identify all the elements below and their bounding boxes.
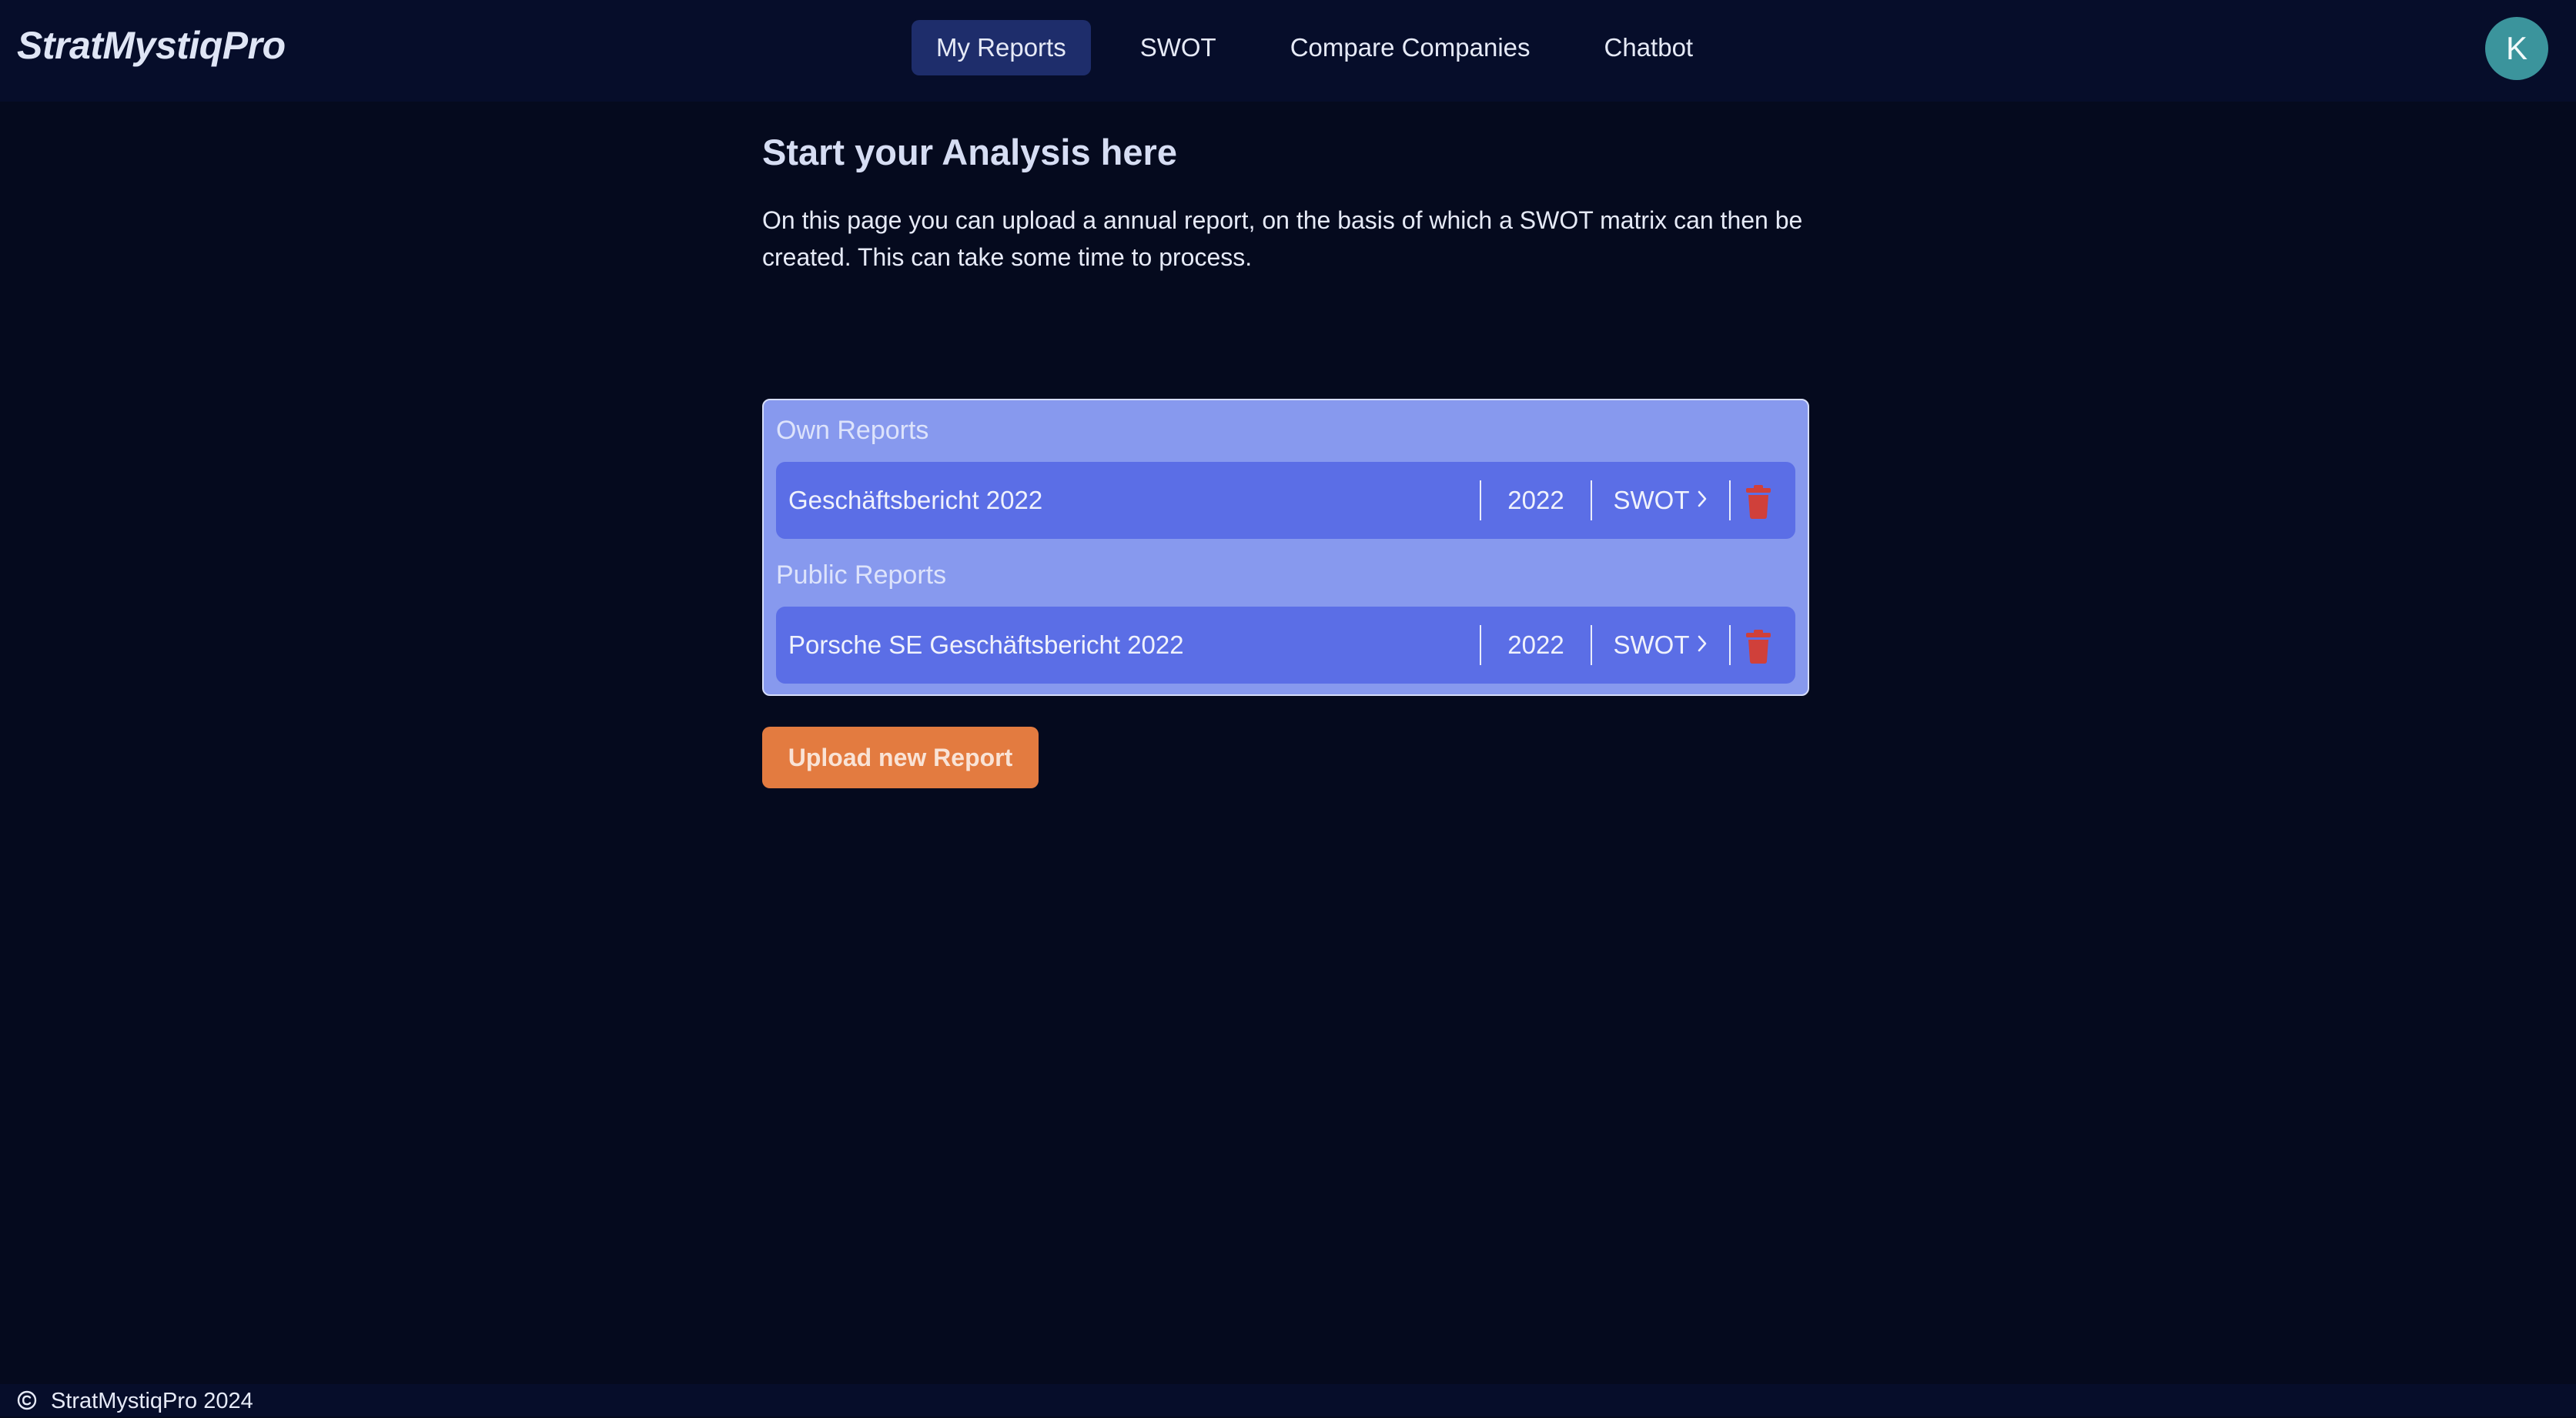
copyright-icon bbox=[17, 1390, 37, 1410]
reports-panel: Own Reports Geschäftsbericht 2022 2022 S… bbox=[762, 399, 1809, 696]
nav-my-reports[interactable]: My Reports bbox=[912, 20, 1091, 75]
page-intro-text: On this page you can upload a annual rep… bbox=[762, 206, 1803, 271]
nav-chatbot[interactable]: Chatbot bbox=[1580, 20, 1718, 75]
top-navbar: StratMystiqPro My Reports SWOT Compare C… bbox=[0, 0, 2576, 102]
report-name: Geschäftsbericht 2022 bbox=[788, 486, 1043, 514]
report-name: Porsche SE Geschäftsbericht 2022 bbox=[788, 630, 1184, 659]
footer-copyright-text: StratMystiqPro 2024 bbox=[51, 1389, 253, 1413]
open-swot-link[interactable]: SWOT bbox=[1592, 462, 1729, 540]
own-report-row[interactable]: Geschäftsbericht 2022 2022 SWOT bbox=[776, 462, 1795, 539]
footer: StratMystiqPro 2024 bbox=[0, 1384, 2576, 1416]
row-divider bbox=[1729, 625, 1731, 665]
public-reports-heading: Public Reports bbox=[776, 560, 947, 590]
public-report-row[interactable]: Porsche SE Geschäftsbericht 2022 2022 SW… bbox=[776, 607, 1795, 684]
report-year: 2022 bbox=[1507, 486, 1564, 514]
chevron-right-icon bbox=[1697, 461, 1708, 538]
chevron-right-icon bbox=[1697, 606, 1708, 683]
trash-icon[interactable] bbox=[1743, 630, 1774, 664]
own-reports-heading: Own Reports bbox=[776, 416, 929, 445]
main-nav: My Reports SWOT Compare Companies Chatbo… bbox=[912, 20, 1742, 75]
nav-swot[interactable]: SWOT bbox=[1116, 20, 1241, 75]
user-avatar[interactable]: K bbox=[2485, 17, 2548, 80]
app-logo[interactable]: StratMystiqPro bbox=[17, 23, 286, 68]
open-swot-link[interactable]: SWOT bbox=[1592, 607, 1729, 685]
report-year: 2022 bbox=[1507, 630, 1564, 659]
swot-link-label: SWOT bbox=[1613, 630, 1690, 659]
row-divider bbox=[1729, 480, 1731, 520]
nav-compare-companies[interactable]: Compare Companies bbox=[1266, 20, 1555, 75]
upload-new-report-button[interactable]: Upload new Report bbox=[762, 727, 1039, 788]
page-title: Start your Analysis here bbox=[762, 132, 1177, 172]
swot-link-label: SWOT bbox=[1613, 486, 1690, 514]
trash-icon[interactable] bbox=[1743, 485, 1774, 519]
